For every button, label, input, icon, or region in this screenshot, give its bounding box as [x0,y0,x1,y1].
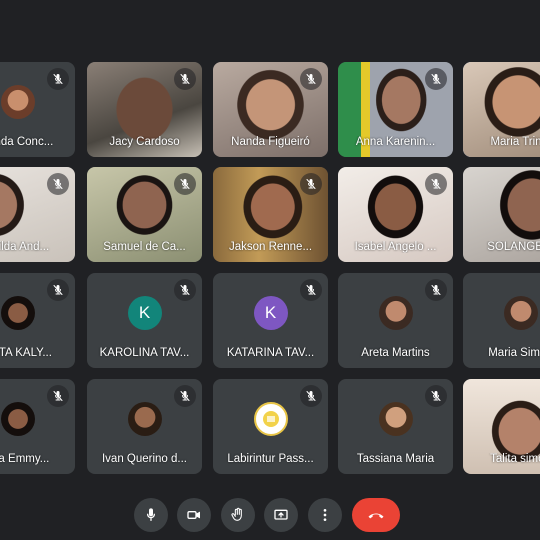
participant-tile[interactable]: Areta Martins [338,273,453,368]
mic-off-icon [47,68,69,90]
participant-name: Areta Martins [361,347,430,359]
avatar-initial: K [253,296,288,330]
participant-tile[interactable]: ERTA KALY... [0,273,75,368]
participant-tile[interactable]: SOLANGE V [463,167,540,262]
participant-name: Maria Trinid [490,136,540,148]
avatar-initial: K [127,296,162,330]
participant-name: KATARINA TAV... [226,347,315,359]
participant-name: Tassiana Maria [356,453,435,465]
participant-tile[interactable]: Isabel Angelo ... [338,167,453,262]
avatar [127,402,162,436]
avatar [0,85,35,119]
mic-off-icon [174,279,196,301]
mic-off-icon [425,68,447,90]
mic-off-icon [300,279,322,301]
participant-name: Labirintur Pass... [227,453,314,465]
mic-off-icon [300,68,322,90]
participant-name: Anna Karenin... [355,136,436,148]
participant-tile[interactable]: Tassiana Maria [338,379,453,474]
present-button[interactable] [264,498,298,532]
camera-icon [186,507,202,523]
logo-icon [253,402,288,436]
participant-tile[interactable]: Talita simon [463,379,540,474]
hand-icon [230,507,246,523]
mic-off-icon [47,385,69,407]
participant-name: Maria Simon [488,347,540,359]
mic-button[interactable] [134,498,168,532]
mic-off-icon [300,385,322,407]
avatar [378,296,413,330]
mic-off-icon [425,279,447,301]
avatar [0,402,35,436]
camera-button[interactable] [177,498,211,532]
mic-off-icon [174,68,196,90]
participant-tile[interactable]: nda Emmy... [0,379,75,474]
hang-up-icon [366,505,386,525]
avatar [503,296,538,330]
participant-tile[interactable]: nanda Conc... [0,62,75,157]
more-button[interactable] [308,498,342,532]
participant-tile[interactable]: Labirintur Pass... [213,379,328,474]
participant-tile[interactable]: Nanda Figueiró [213,62,328,157]
participant-name: Samuel de Ca... [103,241,186,253]
participant-name: Talita simon [490,453,540,465]
participant-name: KAROLINA TAV... [99,347,190,359]
participant-tile[interactable]: K KATARINA TAV... [213,273,328,368]
present-screen-icon [273,507,289,523]
participant-tile[interactable]: Maria Trinid [463,62,540,157]
participant-name: ERTA KALY... [0,347,52,359]
more-options-icon [317,507,333,523]
participant-tile[interactable]: K KAROLINA TAV... [87,273,202,368]
participant-name: Jakson Renne... [228,241,313,253]
participant-tile[interactable]: Samuel de Ca... [87,167,202,262]
raise-hand-button[interactable] [221,498,255,532]
participant-tile[interactable]: rinilda And... [0,167,75,262]
mic-off-icon [300,173,322,195]
microphone-icon [143,507,159,523]
mic-off-icon [47,279,69,301]
mic-off-icon [47,173,69,195]
participant-name: nanda Conc... [0,136,54,148]
participant-name: rinilda And... [0,241,50,253]
participant-tile[interactable]: Ivan Querino d... [87,379,202,474]
avatar [378,402,413,436]
participant-name: SOLANGE V [487,241,540,253]
participant-tile[interactable]: Jakson Renne... [213,167,328,262]
end-call-button[interactable] [352,498,400,532]
mic-off-icon [425,385,447,407]
participant-tile[interactable]: Jacy Cardoso [87,62,202,157]
participant-tile[interactable]: Maria Simon [463,273,540,368]
mic-off-icon [425,173,447,195]
mic-off-icon [174,173,196,195]
meeting-stage: nanda Conc... Jacy Cardoso Nanda Figueir… [0,0,540,540]
participant-name: Isabel Angelo ... [354,241,437,253]
participant-name: Ivan Querino d... [101,453,188,465]
participant-tile[interactable]: Anna Karenin... [338,62,453,157]
participant-name: Jacy Cardoso [109,136,180,148]
participant-name: nda Emmy... [0,453,50,465]
mic-off-icon [174,385,196,407]
avatar [0,296,35,330]
participant-name: Nanda Figueiró [231,136,310,148]
